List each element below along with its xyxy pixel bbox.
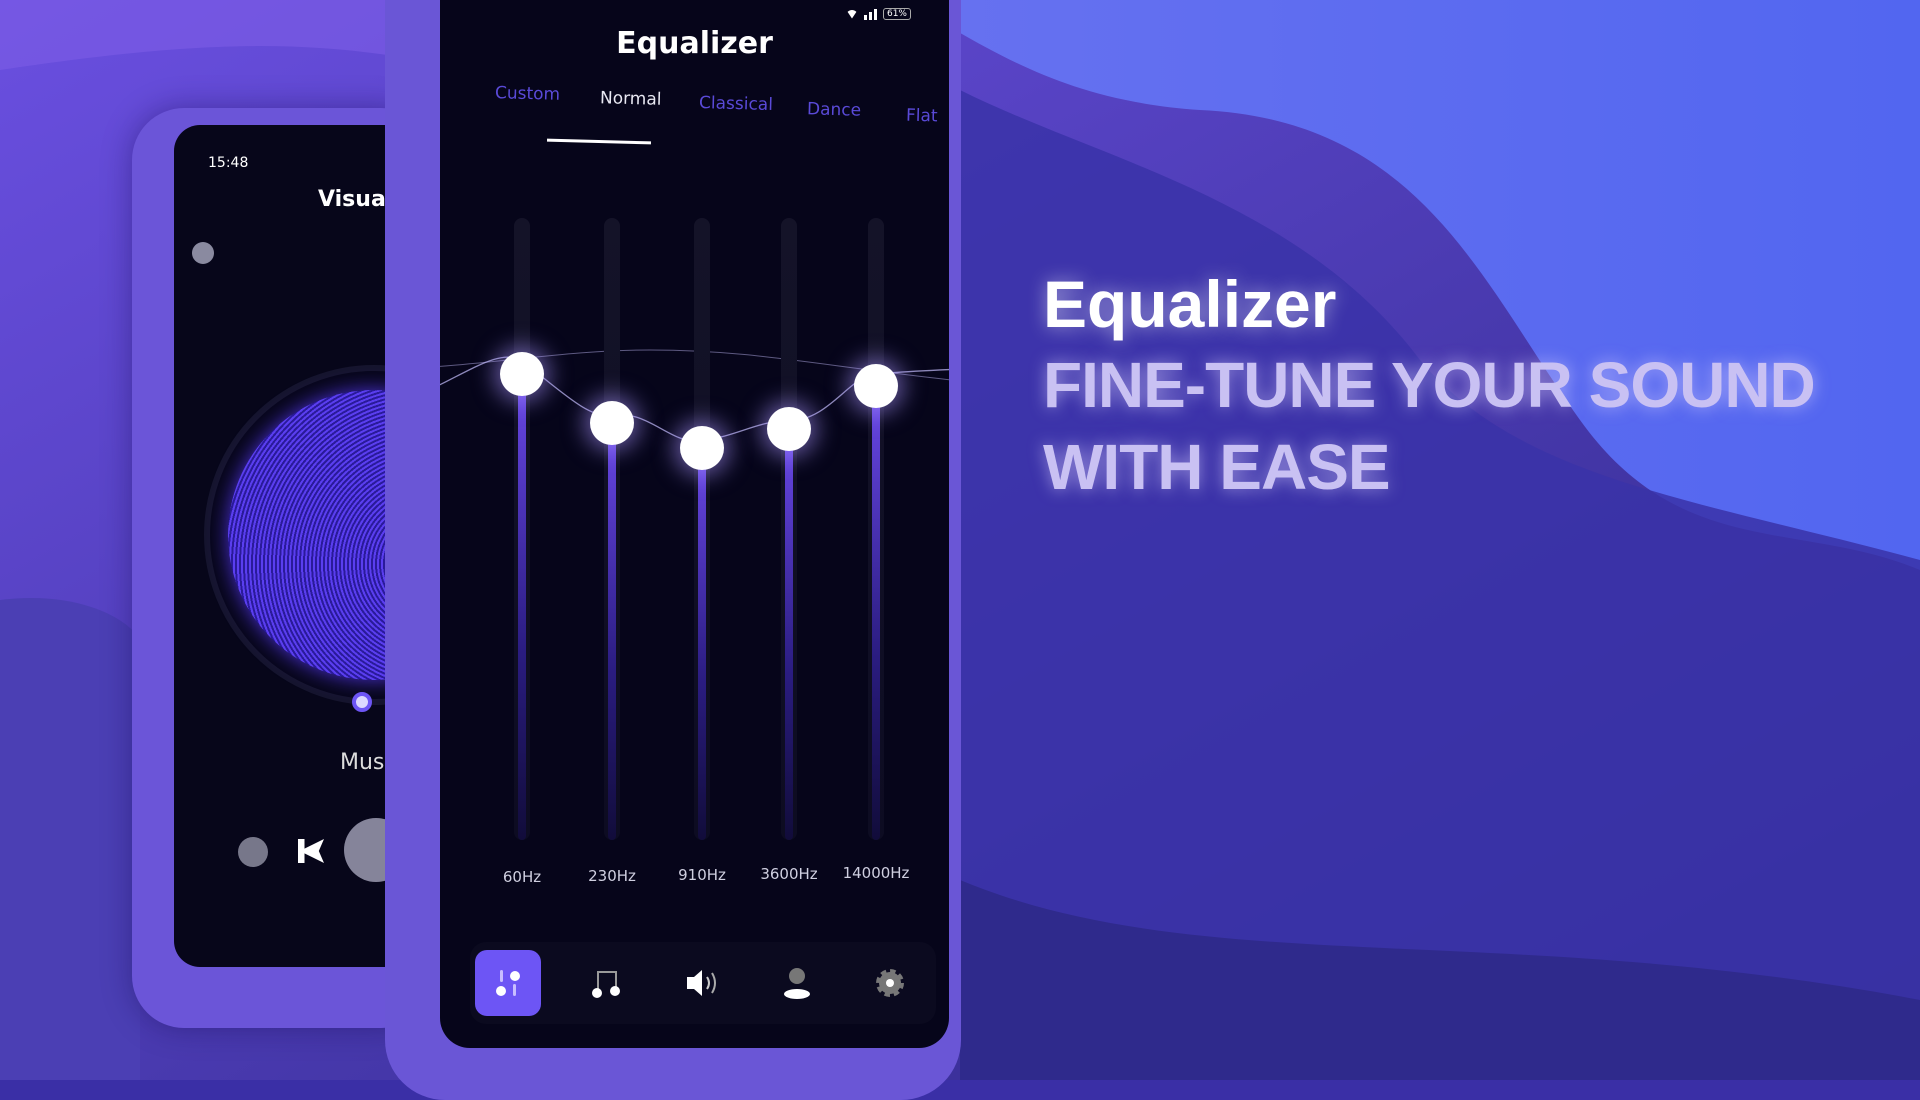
bottom-nav [470, 942, 936, 1024]
eq-slider-fill [785, 429, 793, 840]
speaker-icon [684, 966, 720, 1000]
front-phone-screen: 61% Equalizer Custom Normal Classical Dance… [440, 0, 949, 1048]
nav-gear-button[interactable] [857, 950, 923, 1016]
track-title: Mus [340, 750, 385, 775]
nav-equalizer-button[interactable] [475, 950, 541, 1016]
band-label: 3600Hz [760, 865, 818, 883]
band-label: 910Hz [678, 866, 726, 884]
nav-music-note-button[interactable] [573, 950, 639, 1016]
repeat-icon[interactable] [238, 837, 268, 867]
equalizer-icon [493, 968, 523, 998]
eq-slider-track[interactable] [868, 218, 884, 840]
back-phone-screen: 15:48 Visual Mus [174, 125, 414, 967]
previous-icon[interactable] [298, 839, 324, 863]
eq-slider-knob[interactable] [854, 363, 898, 408]
eq-slider-knob[interactable] [590, 401, 634, 446]
band-label: 14000Hz [842, 864, 910, 882]
eq-slider-fill [698, 448, 706, 840]
eq-slider-knob[interactable] [680, 426, 724, 471]
band-label: 230Hz [588, 867, 636, 885]
gear-icon [874, 967, 906, 999]
headline-line-2: WITH EASE [1043, 431, 1391, 503]
eq-slider-track[interactable] [781, 218, 797, 840]
eq-slider-track[interactable] [604, 218, 620, 840]
screen-title: Visual [318, 187, 394, 212]
eq-slider-track[interactable] [514, 218, 530, 840]
eq-slider-fill [608, 423, 616, 840]
nav-user-button[interactable] [764, 950, 830, 1016]
eq-slider-knob[interactable] [500, 351, 544, 396]
eq-slider-fill [872, 385, 880, 840]
band-label: 60Hz [502, 868, 542, 886]
headline-line-1: FINE-TUNE YOUR SOUND [1043, 349, 1816, 421]
status-time: 15:48 [208, 155, 249, 171]
headline-title: Equalizer [1043, 267, 1337, 341]
progress-thumb[interactable] [352, 692, 372, 712]
user-icon [782, 966, 812, 1000]
eq-slider-fill [518, 373, 526, 840]
eq-slider-track[interactable] [694, 218, 710, 840]
timer-icon[interactable] [192, 242, 214, 264]
music-note-icon [589, 966, 623, 1000]
nav-speaker-button[interactable] [669, 950, 735, 1016]
